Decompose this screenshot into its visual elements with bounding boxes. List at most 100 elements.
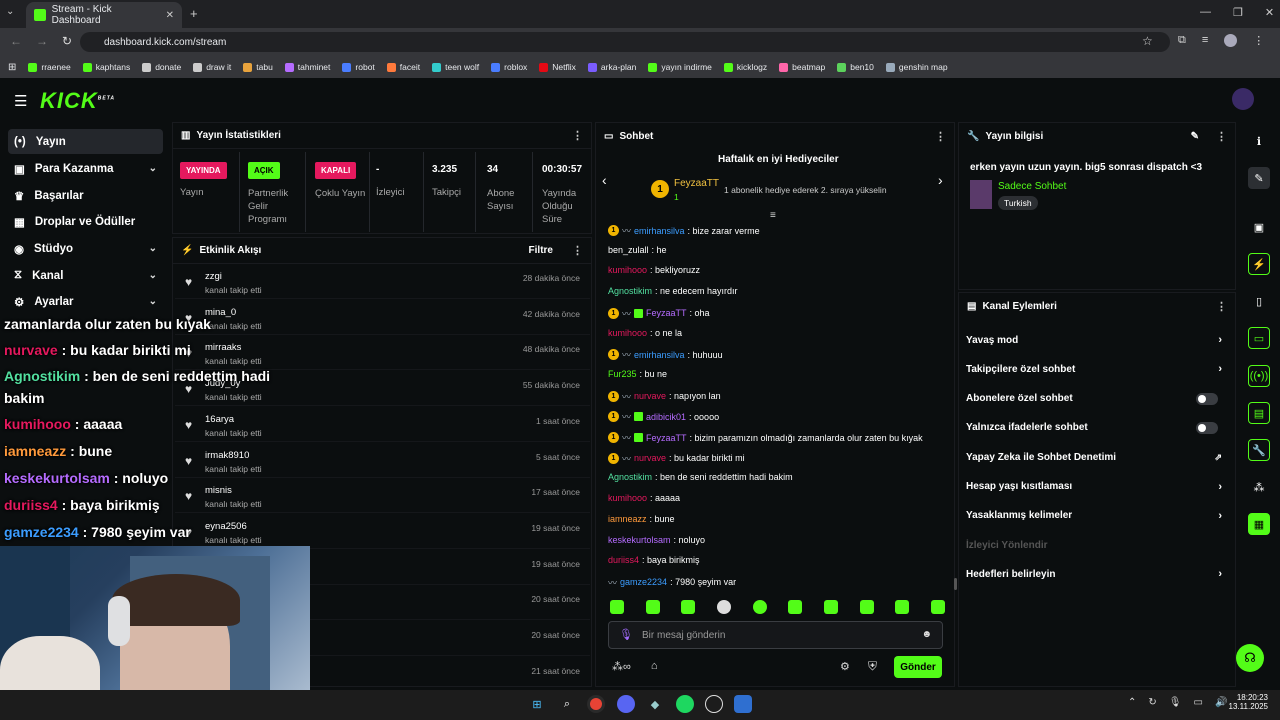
chat-username[interactable]: ben_zulall [608, 245, 649, 255]
chat-username[interactable]: emirhansilva [634, 226, 685, 236]
browser-menu-icon[interactable]: ⋮ [1253, 34, 1264, 47]
back-icon[interactable]: ← [10, 34, 22, 48]
kebab-menu-icon[interactable]: ⋮ [572, 244, 583, 257]
activity-username[interactable]: eyna2506 [205, 521, 247, 532]
chat-username[interactable]: adibicik01 [646, 412, 686, 422]
bookmark-item[interactable]: yayın indirme [648, 62, 712, 72]
toggle-switch[interactable] [1196, 421, 1218, 434]
chat-username[interactable]: kumihooo [608, 265, 647, 275]
top-gifter-name[interactable]: FeyzaaTT [674, 178, 719, 189]
mic-icon[interactable]: 🎙 [619, 628, 633, 641]
channel-action-item[interactable]: Yasaklanmış kelimeler › [966, 502, 1226, 530]
info-icon[interactable]: ℹ [1248, 130, 1270, 152]
gifters-next-icon[interactable]: › [938, 172, 943, 188]
channel-action-item[interactable]: Yalnızca ifadelerle sohbet [966, 414, 1226, 442]
sidebar-item-studyo[interactable]: ◉ Stüdyo ⌄ [8, 236, 163, 261]
bookmark-item[interactable]: robot [342, 62, 375, 72]
sidebar-item-ayarlar[interactable]: ⚙ Ayarlar ⌄ [8, 289, 163, 314]
chat-username[interactable]: keskekurtolsam [608, 535, 671, 545]
bookmark-item[interactable]: genshin map [885, 62, 948, 72]
bookmark-item[interactable]: arka-plan [587, 62, 636, 72]
sidebar-item-basarilar[interactable]: ♛ Başarılar [8, 183, 163, 208]
category-link[interactable]: Sadece Sohbet [998, 181, 1066, 192]
chat-username[interactable]: kumihooo [608, 493, 647, 503]
bookmark-item[interactable]: teen wolf [432, 62, 479, 72]
tray-sync-icon[interactable]: ↻ [1148, 697, 1156, 708]
channel-action-item[interactable]: Hesap yaşı kısıtlaması › [966, 473, 1226, 501]
profile-avatar[interactable] [1224, 34, 1238, 47]
new-tab-icon[interactable]: + [190, 6, 198, 21]
kebab-menu-icon[interactable]: ⋮ [935, 130, 946, 143]
chat-username[interactable]: emirhansilva [634, 350, 685, 360]
mod-shield-icon[interactable]: ⛨ [868, 659, 877, 674]
chat-username[interactable]: Agnostikim [608, 286, 652, 296]
bookmark-item[interactable]: faceit [386, 62, 420, 72]
chat-username[interactable]: Agnostikim [608, 472, 652, 482]
chat-username[interactable]: iamneazz [608, 514, 647, 524]
store-icon[interactable]: ⌂ [651, 660, 658, 673]
sidebar-item-yayin[interactable]: (•) Yayın [8, 129, 163, 154]
emote-icon[interactable] [895, 600, 910, 614]
bookmark-item[interactable]: rraenee [28, 62, 71, 72]
minimize-icon[interactable]: — [1200, 6, 1211, 19]
emote-icon[interactable] [610, 600, 624, 614]
maximize-icon[interactable]: ❐ [1233, 6, 1243, 19]
taskbar-clock[interactable]: 18:20:23 13.11.2025 [1226, 693, 1268, 711]
tray-network-icon[interactable]: ▭ [1193, 697, 1202, 708]
emote-icon[interactable] [752, 600, 767, 614]
apps-grid-icon[interactable]: ⊞ [8, 62, 16, 73]
emote-icon[interactable] [681, 600, 696, 614]
lightning-icon[interactable]: ⚡ [1248, 253, 1270, 275]
close-tab-icon[interactable]: ✕ [166, 10, 174, 21]
gifters-prev-icon[interactable]: ‹ [602, 172, 607, 188]
browser-tab[interactable]: Stream - Kick Dashboard ✕ [26, 2, 182, 28]
chat-username[interactable]: FeyzaaTT [646, 433, 687, 443]
emote-icon[interactable] [716, 600, 731, 614]
kebab-menu-icon[interactable]: ⋮ [1216, 300, 1227, 313]
bookmark-item[interactable]: roblox [491, 62, 527, 72]
channel-action-item[interactable]: Abonelere özel sohbet [966, 385, 1226, 413]
chat-settings-icon[interactable]: ⚙ [840, 660, 850, 673]
bookmark-item[interactable]: beatmap [779, 62, 825, 72]
emote-icon[interactable] [645, 600, 660, 614]
edit-icon[interactable]: ✎ [1191, 131, 1199, 142]
activity-username[interactable]: 16arya [205, 414, 234, 425]
toggle-switch[interactable] [1196, 392, 1218, 405]
kebab-menu-icon[interactable]: ⋮ [572, 129, 583, 142]
capture-icon[interactable]: ▣ [1248, 216, 1270, 238]
chat-username[interactable]: FeyzaaTT [646, 308, 687, 318]
bookmark-item[interactable]: kicklogz [723, 62, 767, 72]
points-icon[interactable]: ⁂ [1248, 476, 1270, 498]
broadcast-icon[interactable]: ((•)) [1248, 365, 1270, 387]
activity-username[interactable]: irmak8910 [205, 450, 249, 461]
extensions-icon[interactable]: ⧉ [1178, 34, 1186, 47]
channel-action-item[interactable]: Yapay Zeka ile Sohbet Denetimi ⇗ [966, 443, 1226, 471]
chat-input[interactable]: 🎙 Bir mesaj gönderin ☻ [608, 621, 943, 649]
chat-username[interactable]: duriiss4 [608, 555, 639, 565]
sidebar-item-droplar[interactable]: ▦ Droplar ve Ödüller [8, 209, 163, 234]
search-icon[interactable]: ⌕ [558, 695, 576, 713]
bookmark-item[interactable]: ben10 [837, 62, 874, 72]
sidebar-item-para-kazanma[interactable]: ▣ Para Kazanma ⌄ [8, 156, 163, 181]
tray-mic-icon[interactable]: 🎙 [1169, 697, 1182, 708]
send-button[interactable]: Gönder [894, 656, 942, 678]
close-window-icon[interactable]: ✕ [1265, 6, 1274, 19]
bookmark-item[interactable]: tabu [243, 62, 273, 72]
bookmark-item[interactable]: draw it [193, 62, 231, 72]
emote-icon[interactable] [788, 600, 803, 614]
activity-username[interactable]: zzgi [205, 271, 222, 282]
activity-username[interactable]: misnis [205, 485, 232, 496]
chat-username[interactable]: gamze2234 [620, 577, 667, 587]
kebab-menu-icon[interactable]: ⋮ [1216, 130, 1227, 143]
panels-icon[interactable]: ▤ [1248, 402, 1270, 424]
clapper-icon[interactable]: ▦ [1248, 513, 1270, 535]
filter-button[interactable]: Filtre [529, 245, 553, 256]
chat-username[interactable]: nurvave [634, 453, 666, 463]
user-avatar[interactable] [1232, 88, 1254, 110]
chat-scrollbar[interactable] [954, 578, 957, 590]
reload-icon[interactable]: ↻ [62, 34, 72, 48]
url-input[interactable]: dashboard.kick.com/stream [80, 32, 1170, 52]
pen-icon[interactable]: ✎ [1248, 167, 1270, 189]
spotify-icon[interactable] [676, 695, 694, 713]
forward-icon[interactable]: → [36, 34, 48, 48]
